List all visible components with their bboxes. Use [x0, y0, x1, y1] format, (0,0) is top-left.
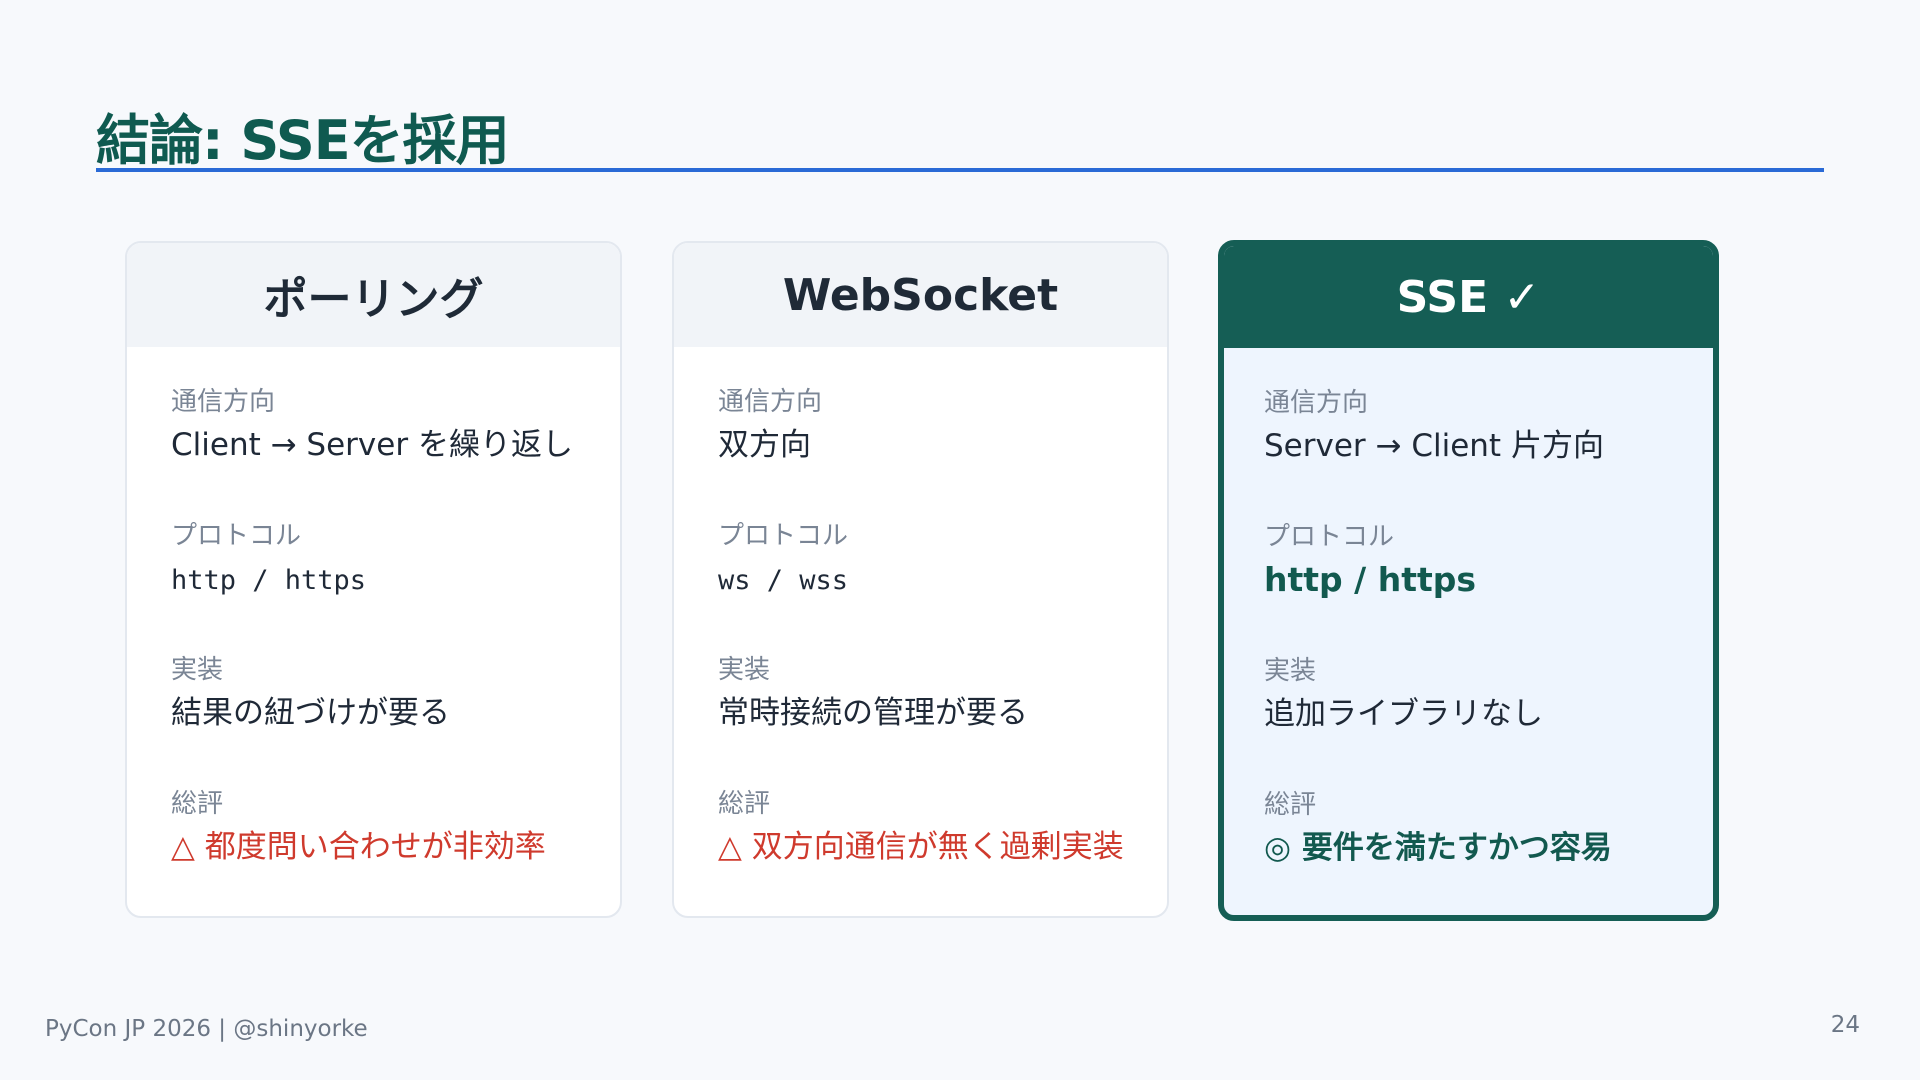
row-verdict: 総評 △ 都度問い合わせが非効率: [171, 787, 620, 916]
row-label: プロトコル: [718, 521, 849, 551]
row-value: 結果の紐づけが要る: [171, 695, 450, 731]
row-value: 追加ライブラリなし: [1264, 696, 1543, 732]
card-body: 通信方向 双方向 プロトコル ws / wss 実装 常時接続の管理が要る 総評…: [674, 347, 1167, 916]
row-label: 総評: [171, 789, 224, 819]
row-label: 総評: [1264, 790, 1317, 820]
slide: 結論: SSEを採用 ポーリング 通信方向 Client → Server を繰…: [0, 0, 1920, 1080]
row-value: ws / wss: [718, 565, 849, 596]
row-direction: 通信方向 双方向: [718, 385, 1167, 519]
row-value: △ 都度問い合わせが非効率: [171, 829, 546, 865]
footer-credit: PyCon JP 2026 | @shinyorke: [45, 1016, 368, 1042]
row-label: 実装: [171, 655, 224, 685]
row-label: 総評: [718, 789, 771, 819]
row-label: 通信方向: [1264, 388, 1369, 418]
row-label: プロトコル: [171, 521, 302, 551]
row-direction: 通信方向 Server → Client 片方向: [1264, 386, 1713, 520]
row-value: 常時接続の管理が要る: [718, 695, 1028, 731]
row-value: Client → Server を繰り返し: [171, 427, 573, 463]
row-label: プロトコル: [1264, 522, 1395, 552]
card-polling: ポーリング 通信方向 Client → Server を繰り返し プロトコル h…: [125, 241, 622, 918]
card-header: ポーリング: [127, 243, 620, 347]
page-number: 24: [1830, 1012, 1860, 1038]
card-body: 通信方向 Client → Server を繰り返し プロトコル http / …: [127, 347, 620, 916]
card-header: WebSocket: [674, 243, 1167, 347]
row-verdict: 総評 △ 双方向通信が無く過剰実装: [718, 787, 1167, 916]
row-implementation: 実装 常時接続の管理が要る: [718, 653, 1167, 787]
row-value: Server → Client 片方向: [1264, 428, 1604, 464]
row-value: http / https: [171, 565, 367, 596]
row-protocol: プロトコル ws / wss: [718, 519, 1167, 653]
row-label: 通信方向: [171, 387, 276, 417]
card-sse-selected: SSE ✓ 通信方向 Server → Client 片方向 プロトコル htt…: [1218, 240, 1719, 921]
row-protocol: プロトコル http / https: [171, 519, 620, 653]
row-value: ◎ 要件を満たすかつ容易: [1264, 830, 1612, 866]
row-protocol: プロトコル http / https: [1264, 520, 1713, 654]
card-header: SSE ✓: [1224, 246, 1713, 348]
row-implementation: 実装 追加ライブラリなし: [1264, 654, 1713, 788]
row-label: 実装: [718, 655, 771, 685]
row-value: △ 双方向通信が無く過剰実装: [718, 829, 1124, 865]
row-label: 実装: [1264, 656, 1317, 686]
slide-title: 結論: SSEを採用: [96, 109, 510, 172]
card-body: 通信方向 Server → Client 片方向 プロトコル http / ht…: [1224, 348, 1713, 915]
row-label: 通信方向: [718, 387, 823, 417]
row-implementation: 実装 結果の紐づけが要る: [171, 653, 620, 787]
row-value: 双方向: [718, 427, 811, 463]
title-underline: [96, 168, 1824, 172]
row-value: http / https: [1264, 560, 1477, 599]
row-direction: 通信方向 Client → Server を繰り返し: [171, 385, 620, 519]
card-websocket: WebSocket 通信方向 双方向 プロトコル ws / wss 実装 常時接…: [672, 241, 1169, 918]
row-verdict: 総評 ◎ 要件を満たすかつ容易: [1264, 788, 1713, 915]
